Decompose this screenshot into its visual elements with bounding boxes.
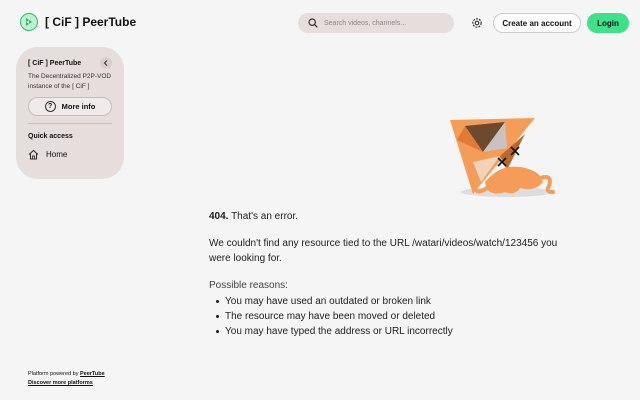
- reasons-list: You may have used an outdated or broken …: [209, 294, 569, 339]
- list-item: You may have used an outdated or broken …: [216, 294, 569, 309]
- search-icon: [308, 18, 318, 28]
- create-account-button[interactable]: Create an account: [493, 13, 581, 33]
- sidebar: [ CiF ] PeerTube The Decentralized P2P-V…: [16, 47, 124, 179]
- sidebar-header: [ CiF ] PeerTube: [28, 57, 112, 69]
- sidebar-title: [ CiF ] PeerTube: [28, 59, 82, 67]
- discover-platforms-link[interactable]: Discover more platforms: [28, 380, 93, 386]
- peertube-logo-icon: [20, 13, 38, 31]
- collapse-sidebar-button[interactable]: [100, 57, 112, 69]
- settings-button[interactable]: [469, 15, 484, 30]
- peertube-link[interactable]: PeerTube: [80, 371, 105, 377]
- site-logo[interactable]: [ CiF ] PeerTube: [20, 13, 136, 31]
- home-icon: [28, 149, 39, 160]
- more-info-button[interactable]: ? More info: [28, 97, 112, 116]
- sidebar-divider: [28, 123, 112, 124]
- gear-icon: [471, 17, 482, 28]
- error-code: 404.: [209, 211, 229, 222]
- sidebar-item-label: Home: [46, 150, 68, 159]
- powered-by: Platform powered by PeerTube: [28, 370, 105, 379]
- footer: Platform powered by PeerTube Discover mo…: [28, 370, 105, 388]
- site-name: [ CiF ] PeerTube: [45, 15, 137, 29]
- list-item: You may have typed the address or URL in…: [216, 324, 569, 339]
- help-circle-icon: ?: [44, 101, 56, 112]
- top-header: [ CiF ] PeerTube Search videos, channels…: [0, 0, 640, 46]
- powered-by-prefix: Platform powered by: [28, 371, 79, 377]
- instance-description: The Decentralized P2P-VOD instance of th…: [28, 73, 112, 90]
- search-input[interactable]: Search videos, channels...: [298, 13, 454, 33]
- error-heading: 404. That's an error.: [209, 209, 569, 224]
- error-content: 404. That's an error. We couldn't find a…: [209, 209, 569, 339]
- reasons-title: Possible reasons:: [209, 280, 288, 291]
- error-code-text: That's an error.: [231, 211, 299, 222]
- chevron-left-icon: [103, 60, 108, 66]
- broken-octopus-illustration: [450, 118, 555, 197]
- error-message: We couldn't find any resource tied to th…: [209, 238, 558, 264]
- more-info-label: More info: [61, 102, 96, 111]
- list-item: The resource may have been moved or dele…: [216, 309, 569, 324]
- search-placeholder: Search videos, channels...: [324, 19, 407, 27]
- sidebar-item-home[interactable]: Home: [28, 149, 112, 160]
- quick-access-heading: Quick access: [28, 133, 73, 140]
- login-button[interactable]: Login: [587, 13, 629, 33]
